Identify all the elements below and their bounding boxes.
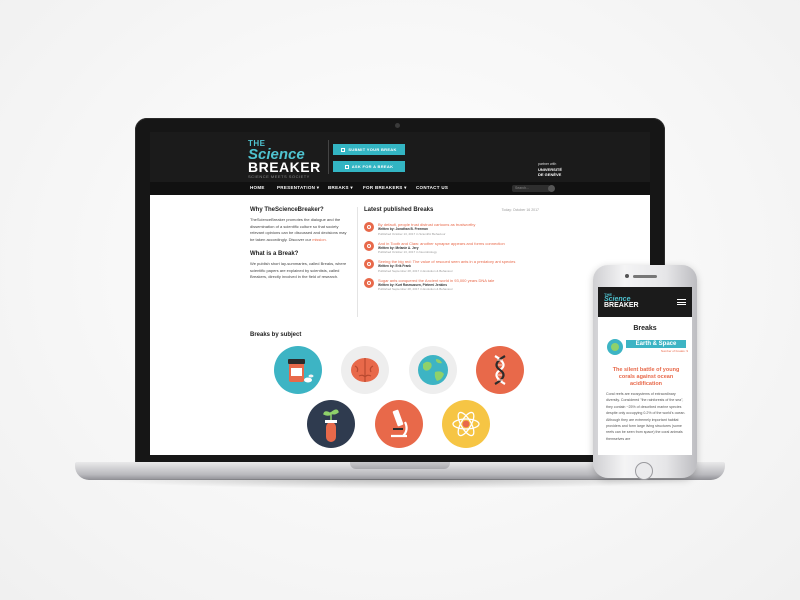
submit-icon [341, 147, 346, 152]
intro-column: Why TheScienceBreaker? TheScienceBreaker… [250, 207, 348, 281]
atom-icon [442, 400, 490, 448]
break-icon [364, 277, 374, 288]
break-icon [364, 222, 374, 232]
laptop-camera [395, 123, 400, 128]
nav-presentation[interactable]: PRESENTATION ▾ [277, 185, 319, 191]
logo-line-3: BREAKER [248, 159, 321, 175]
ask-icon [344, 164, 349, 169]
subject-earth[interactable] [409, 346, 457, 394]
latest-date: Today: October 16 2017 [501, 208, 539, 212]
break-published: Published September 28, 2017 in Evolutio… [378, 268, 453, 273]
phone-camera [625, 274, 629, 278]
submit-break-button[interactable]: SUBMIT YOUR BREAK [333, 144, 405, 155]
phone-screen: THE Science BREAKER Breaks Earth & Space… [598, 287, 692, 455]
break-title[interactable]: Sugar ants conquered the Ancient world i… [378, 278, 494, 283]
laptop-shadow [95, 479, 705, 489]
latest-header: Latest published Breaks Today: October 1… [364, 207, 539, 217]
plant-tube-icon [307, 400, 355, 448]
partner-logo[interactable]: partner with UNIVERSITÉ DE GENÈVE [538, 162, 562, 177]
nav-for-breakers[interactable]: FOR BREAKERS ▾ [363, 185, 407, 191]
column-divider [357, 207, 358, 317]
subject-brain[interactable] [341, 346, 389, 394]
phone-header: THE Science BREAKER [598, 287, 692, 317]
phone-break-body: Coral reefs are ecosystems of extraordin… [606, 392, 686, 441]
phone-section-title: Breaks [633, 325, 657, 332]
ask-break-label: ASK FOR A BREAK [351, 164, 394, 169]
subject-microscope[interactable] [375, 400, 423, 448]
break-icon [364, 240, 374, 251]
phone-subject-count: Number of breaks: 9 [660, 349, 688, 353]
subject-pills[interactable] [274, 346, 322, 394]
phone-logo-line-3: BREAKER [604, 302, 639, 309]
break-published: Published October 13, 2017 in Scientific… [378, 231, 446, 236]
why-title: Why TheScienceBreaker? [250, 207, 324, 213]
partner-name-2: DE GENÈVE [538, 171, 562, 177]
phone-speaker [633, 275, 657, 278]
laptop-screen: THE Science BREAKER SCIENCE MEETS SOCIET… [150, 132, 650, 455]
nav-contact[interactable]: CONTACT US [416, 185, 448, 190]
laptop-notch [350, 462, 450, 469]
break-published: Published October 13, 2017 in Neurobiolo… [378, 250, 437, 254]
phone-logo[interactable]: THE Science BREAKER [604, 293, 639, 310]
search-input[interactable]: Search... [512, 185, 550, 192]
logo-tagline: SCIENCE MEETS SOCIETY [248, 174, 310, 179]
latest-breaks: Latest published Breaks Today: October 1… [364, 207, 539, 291]
break-item[interactable]: By default, people trust distrust cartoo… [364, 222, 539, 236]
hamburger-menu-icon[interactable] [677, 299, 686, 305]
break-icon [364, 259, 374, 269]
earth-icon [409, 346, 457, 394]
why-body: TheScienceBreaker promotes the dialogue … [250, 217, 347, 242]
break-title[interactable]: And in Tooth and Claw: another synapse a… [378, 241, 505, 246]
brain-icon [341, 346, 389, 394]
latest-title: Latest published Breaks [364, 207, 434, 213]
what-title: What is a Break? [250, 251, 299, 257]
nav-breaks[interactable]: BREAKS ▾ [328, 185, 353, 191]
submit-break-label: SUBMIT YOUR BREAK [348, 147, 397, 152]
mission-link[interactable]: mission. [312, 237, 327, 242]
subject-plant[interactable] [307, 400, 355, 448]
phone-subject-name[interactable]: Earth & Space [626, 340, 686, 348]
break-published: Published September 28, 2017 in Evolutio… [378, 287, 453, 291]
site-header: THE Science BREAKER SCIENCE MEETS SOCIET… [150, 132, 650, 182]
dna-icon [476, 346, 524, 394]
break-item[interactable]: Sugar ants conquered the Ancient world i… [364, 277, 539, 291]
pills-icon [274, 346, 322, 394]
site-logo[interactable]: THE Science BREAKER SCIENCE MEETS SOCIET… [248, 140, 321, 179]
nav-home[interactable]: HOME [250, 185, 265, 190]
main-nav: HOME PRESENTATION ▾ BREAKS ▾ FOR BREAKER… [150, 182, 650, 195]
partner-name: UNIVERSITÉ [538, 166, 563, 172]
ask-break-button[interactable]: ASK FOR A BREAK [333, 161, 405, 172]
break-item[interactable]: And in Tooth and Claw: another synapse a… [364, 240, 539, 254]
earth-icon [607, 339, 623, 355]
subject-dna[interactable] [476, 346, 524, 394]
subjects-title: Breaks by subject [250, 332, 302, 338]
phone-home-button[interactable] [635, 462, 653, 480]
subject-atom[interactable] [442, 400, 490, 448]
header-divider [328, 140, 329, 174]
search-icon[interactable] [548, 185, 555, 192]
break-item[interactable]: Seeing the big red: The value of rescued… [364, 259, 539, 273]
phone-break-title[interactable]: The silent battle of young corals agains… [606, 367, 686, 388]
what-text: We publish short lay-summaries, called B… [250, 261, 347, 279]
why-text: TheScienceBreaker promotes the dialogue … [250, 217, 348, 243]
microscope-icon [375, 400, 423, 448]
